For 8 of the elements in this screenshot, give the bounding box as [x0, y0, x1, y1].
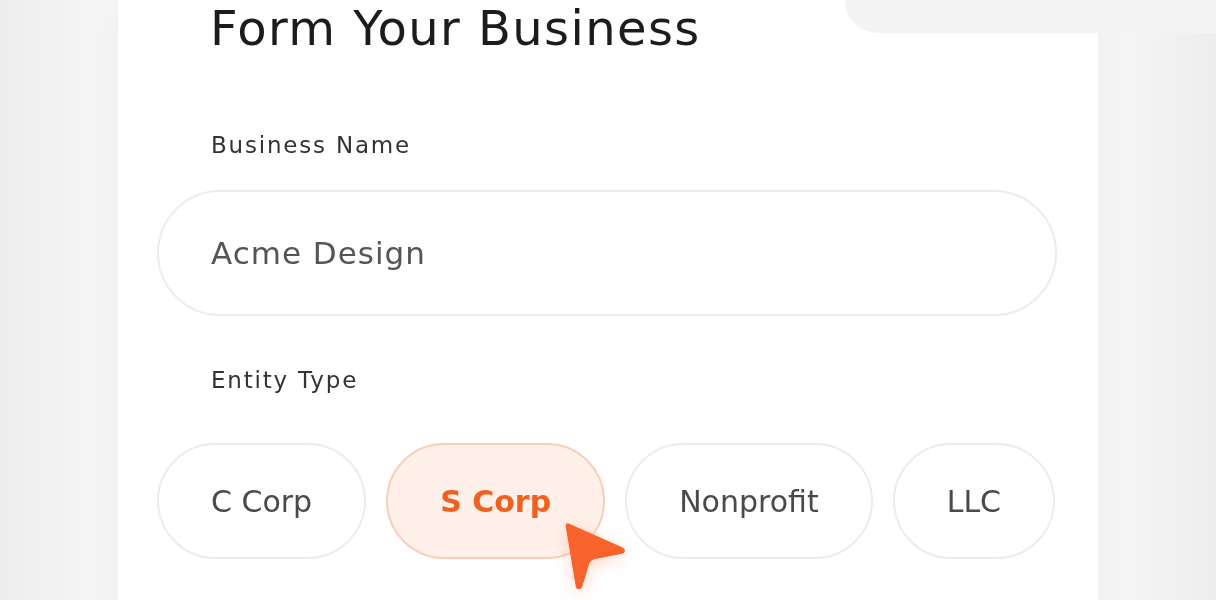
form-title: Form Your Business — [210, 0, 701, 56]
cursor-icon — [564, 521, 626, 591]
business-name-field[interactable]: Acme Design — [157, 190, 1057, 316]
entity-type-option[interactable]: Nonprofit — [625, 443, 873, 559]
field-label: Entity Type — [211, 366, 359, 395]
entity-type-option[interactable]: LLC — [892, 443, 1056, 559]
field-label: Business Name — [211, 131, 411, 160]
entity-type-option[interactable]: C Corp — [157, 443, 367, 559]
